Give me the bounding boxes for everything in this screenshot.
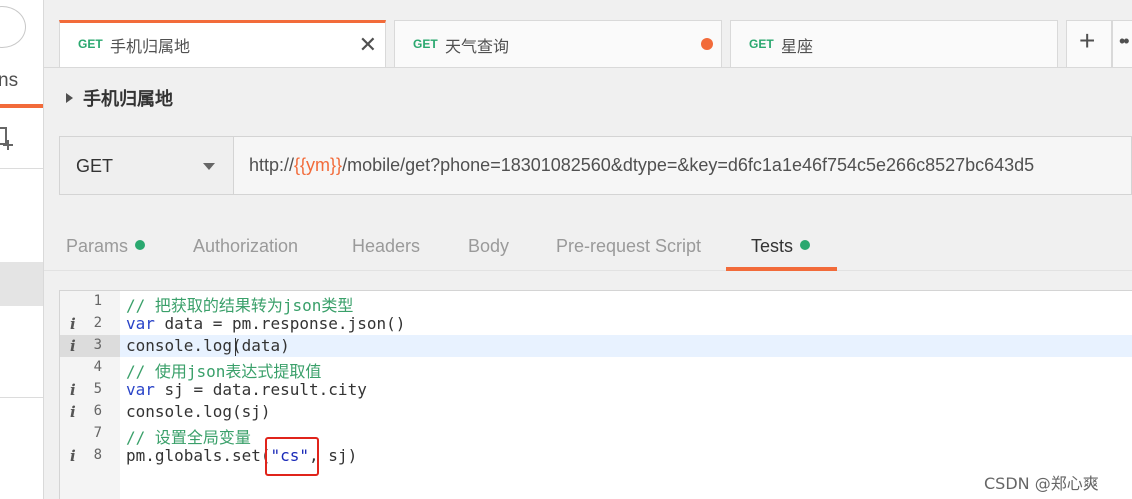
code-line[interactable]: i 5 var sj = data.result.city: [60, 379, 1132, 401]
code-line[interactable]: 4 // 使用json表达式提取值: [60, 357, 1132, 381]
url-variable: {{ym}}: [294, 155, 343, 175]
page-title: 手机归属地: [83, 89, 173, 110]
tab-headers[interactable]: Headers: [352, 236, 420, 257]
info-icon: i: [70, 403, 76, 421]
info-icon: i: [70, 381, 76, 399]
new-tab-button[interactable]: +: [1066, 20, 1112, 67]
code-text: console.log(data): [126, 336, 290, 355]
chevron-down-icon: [203, 163, 215, 170]
tab-label: Body: [468, 236, 510, 256]
line-number: 6: [93, 403, 102, 419]
tab-label: Headers: [352, 236, 421, 256]
tab-request-1[interactable]: GET 手机归属地 ✕: [59, 20, 386, 67]
avatar[interactable]: [0, 6, 26, 48]
method-dropdown[interactable]: GET: [59, 136, 234, 195]
line-number: 8: [93, 447, 102, 463]
tab-title: 手机归属地: [110, 37, 191, 56]
sidebar-tab-underline: [0, 104, 43, 108]
info-icon: i: [70, 447, 76, 465]
code-line[interactable]: i 2 var data = pm.response.json(): [60, 313, 1132, 335]
tab-method: GET: [749, 37, 774, 51]
url-prefix: http://: [249, 155, 295, 175]
tab-label: Pre-request Script: [556, 236, 702, 256]
tab-pre-request-script[interactable]: Pre-request Script: [556, 236, 701, 257]
sidebar-selected-item[interactable]: [0, 262, 43, 306]
unsaved-dot-icon: [701, 38, 713, 50]
line-number: 1: [93, 293, 102, 309]
code-keyword: var: [126, 380, 155, 399]
tab-label: Tests: [751, 236, 794, 256]
more-icon: ••: [1119, 31, 1130, 51]
url-input[interactable]: http://{{ym}}/mobile/get?phone=183010825…: [234, 136, 1132, 195]
request-section-tabs: Params Authorization Headers Body Pre-re…: [44, 226, 1132, 272]
annotation-highlight-box: [265, 437, 319, 476]
tab-tests[interactable]: Tests: [751, 236, 811, 257]
code-text: var sj = data.result.city: [126, 380, 367, 399]
plus-icon: +: [1079, 25, 1096, 56]
code-text: console.log(sj): [126, 402, 271, 421]
tab-bar-divider: [44, 67, 1132, 68]
code-line[interactable]: i 6 console.log(sj): [60, 401, 1132, 423]
left-sidebar: ns: [0, 0, 44, 499]
code-call: pm.globals.set(: [126, 446, 271, 465]
breadcrumb[interactable]: 手机归属地: [66, 86, 173, 110]
expand-triangle-icon[interactable]: [66, 93, 73, 103]
active-dot-icon: [800, 240, 811, 250]
section-tabs-divider: [44, 270, 1132, 271]
code-text: pm.globals.set("cs", sj): [126, 446, 357, 465]
line-number: 5: [93, 381, 102, 397]
close-icon[interactable]: ✕: [359, 34, 377, 56]
tab-method: GET: [78, 37, 103, 51]
active-dot-icon: [135, 240, 146, 250]
tab-label: Authorization: [193, 236, 299, 256]
code-rest: data = pm.response.json(): [154, 314, 406, 333]
code-line-highlighted[interactable]: i 3 console.log(data): [60, 335, 1132, 357]
code-rest: sj = data.result.city: [154, 380, 367, 399]
tab-body[interactable]: Body: [468, 236, 509, 257]
code-text: var data = pm.response.json(): [126, 314, 405, 333]
code-line[interactable]: i 8 pm.globals.set("cs", sj): [60, 445, 1132, 467]
tab-title: 天气查询: [445, 37, 510, 56]
info-icon: i: [70, 337, 76, 355]
method-selected-value: GET: [76, 156, 114, 176]
tab-params[interactable]: Params: [66, 236, 146, 257]
line-number: 4: [93, 359, 102, 375]
line-number: 2: [93, 315, 102, 331]
tab-method: GET: [413, 37, 438, 51]
new-collection-icon[interactable]: [0, 126, 14, 152]
line-number: 7: [93, 425, 102, 441]
tab-label: Params: [66, 236, 129, 256]
code-keyword: var: [126, 314, 155, 333]
active-tab-underline: [726, 267, 837, 271]
info-icon: i: [70, 315, 76, 333]
text-cursor: [235, 338, 236, 356]
more-tabs-button[interactable]: ••: [1112, 20, 1132, 67]
sidebar-divider: [0, 168, 43, 169]
line-number: 3: [93, 337, 102, 353]
tests-code-editor[interactable]: 1 // 把获取的结果转为json类型 i 2 var data = pm.re…: [59, 290, 1132, 499]
url-suffix: /mobile/get?phone=18301082560&dtype=&key…: [342, 155, 1035, 175]
tab-title: 星座: [781, 37, 814, 56]
tab-request-3[interactable]: GET 星座: [730, 20, 1058, 67]
code-line[interactable]: 7 // 设置全局变量: [60, 423, 1132, 447]
sidebar-divider: [0, 397, 43, 398]
tab-authorization[interactable]: Authorization: [193, 236, 298, 257]
code-line[interactable]: 1 // 把获取的结果转为json类型: [60, 291, 1132, 315]
sidebar-tab-label[interactable]: ns: [0, 70, 18, 92]
watermark: CSDN @郑心爽: [984, 474, 1099, 493]
request-tab-bar: GET 手机归属地 ✕ GET 天气查询 GET 星座 + ••: [44, 0, 1132, 68]
tab-request-2[interactable]: GET 天气查询: [394, 20, 722, 67]
